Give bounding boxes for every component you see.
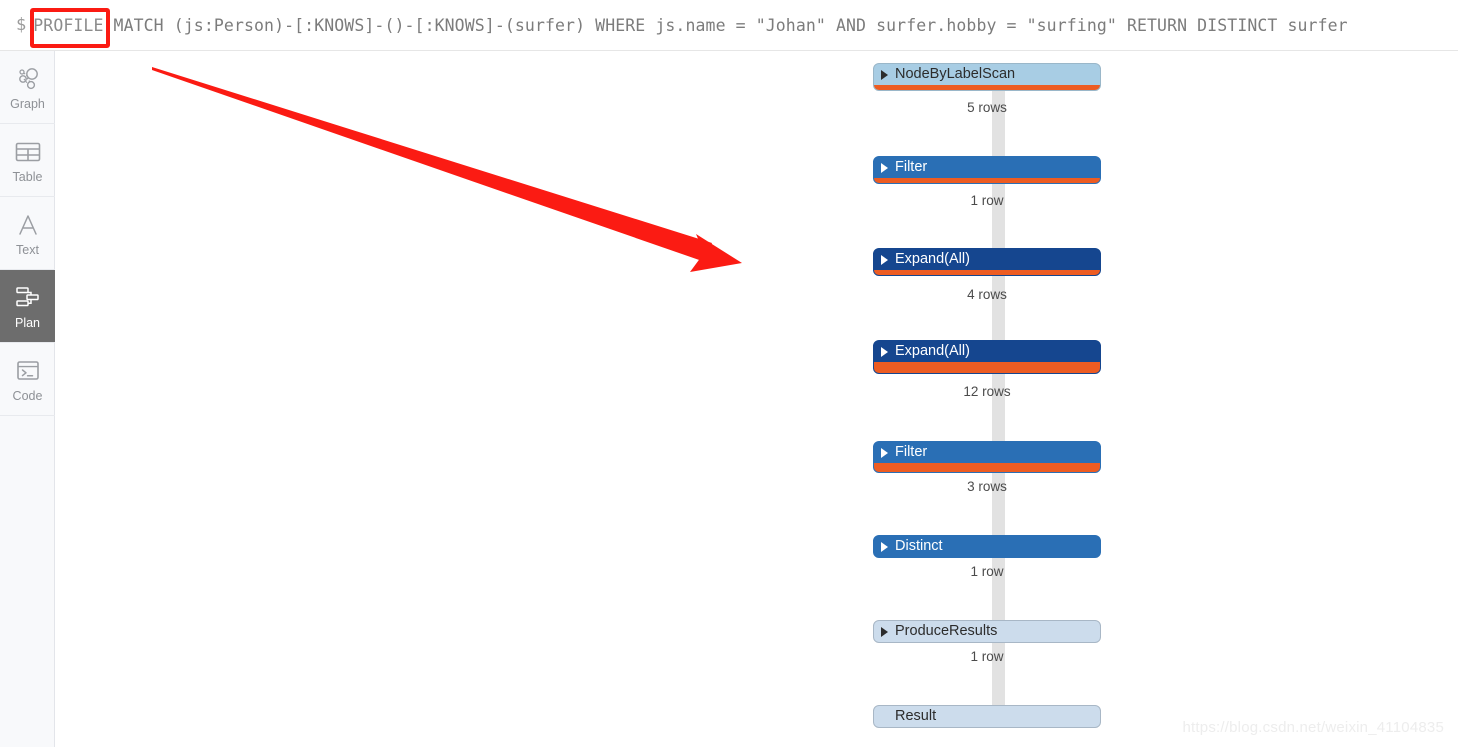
plan-rows-label: 1 row	[970, 193, 1004, 208]
expand-triangle-icon[interactable]	[881, 626, 888, 637]
query-text[interactable]: PROFILE MATCH (js:Person)-[:KNOWS]-()-[:…	[33, 16, 1347, 35]
plan-rows-label: 1 row	[970, 649, 1004, 664]
view-mode-sidebar: Graph Table Text Plan Code	[0, 51, 55, 747]
sidebar-item-plan[interactable]: Plan	[0, 270, 55, 343]
plan-operator-filter-2[interactable]: Filter	[873, 441, 1101, 473]
plan-operator-name: Expand(All)	[895, 251, 970, 267]
plan-operator-filter-1[interactable]: Filter	[873, 156, 1101, 184]
plan-rows-label: 4 rows	[967, 287, 1007, 302]
plan-rows-label: 3 rows	[967, 479, 1007, 494]
plan-operator-header[interactable]: NodeByLabelScan	[874, 64, 1100, 85]
sidebar-item-text[interactable]: Text	[0, 197, 55, 270]
plan-operator-name: Distinct	[895, 538, 943, 554]
plan-operator-name: Result	[895, 708, 937, 724]
sidebar-item-code[interactable]: Code	[0, 343, 55, 416]
plan-operator-header[interactable]: Expand(All)	[874, 341, 1100, 362]
query-keyword-profile: PROFILE	[33, 15, 104, 35]
expand-triangle-icon[interactable]	[881, 69, 888, 80]
plan-operator-header: Result	[874, 706, 1100, 727]
db-hits-bar	[874, 270, 1100, 275]
plan-operator-header[interactable]: Filter	[874, 157, 1100, 178]
plan-operator-header[interactable]: Distinct	[874, 536, 1100, 557]
sidebar-item-label: Code	[12, 388, 43, 403]
code-icon	[15, 356, 41, 386]
sidebar-item-label: Graph	[10, 96, 45, 111]
plan-operator-produce-results[interactable]: ProduceResults	[873, 620, 1101, 643]
sidebar-item-table[interactable]: Table	[0, 124, 55, 197]
plan-operator-expand-all-2[interactable]: Expand(All)	[873, 340, 1101, 374]
plan-operator-header[interactable]: Filter	[874, 442, 1100, 463]
plan-operator-result[interactable]: Result	[873, 705, 1101, 728]
db-hits-bar	[874, 85, 1100, 90]
graph-icon	[15, 64, 41, 94]
neo4j-browser-plan-view: $ PROFILE MATCH (js:Person)-[:KNOWS]-()-…	[0, 0, 1458, 747]
plan-operator-name: NodeByLabelScan	[895, 66, 1016, 82]
plan-rows-label: 1 row	[970, 564, 1004, 579]
sidebar-item-label: Text	[16, 242, 39, 257]
sidebar-item-label: Plan	[14, 315, 41, 330]
expand-triangle-icon[interactable]	[881, 447, 888, 458]
query-editor-bar[interactable]: $ PROFILE MATCH (js:Person)-[:KNOWS]-()-…	[0, 0, 1458, 51]
sidebar-item-graph[interactable]: Graph	[0, 51, 55, 124]
query-plan-canvas: NodeByLabelScan 5 rows Filter 1 row Expa…	[56, 51, 1458, 747]
plan-operator-expand-all-1[interactable]: Expand(All)	[873, 248, 1101, 276]
db-hits-bar	[874, 463, 1100, 472]
plan-icon	[14, 283, 42, 313]
prompt-sigil: $	[16, 15, 27, 35]
db-hits-bar	[874, 362, 1100, 373]
plan-operator-name: Filter	[895, 444, 928, 460]
db-hits-bar	[874, 178, 1100, 183]
plan-operator-node-by-label-scan[interactable]: NodeByLabelScan	[873, 63, 1101, 91]
expand-triangle-icon[interactable]	[881, 346, 888, 357]
plan-operator-name: ProduceResults	[895, 623, 998, 639]
sidebar-item-label: Table	[12, 169, 43, 184]
plan-operator-name: Filter	[895, 159, 928, 175]
query-remainder: MATCH (js:Person)-[:KNOWS]-()-[:KNOWS]-(…	[103, 15, 1348, 35]
table-icon	[15, 137, 41, 167]
plan-operator-header[interactable]: Expand(All)	[874, 249, 1100, 270]
expand-triangle-icon[interactable]	[881, 254, 888, 265]
plan-operator-name: Expand(All)	[895, 343, 970, 359]
expand-triangle-icon[interactable]	[881, 541, 888, 552]
watermark-text: https://blog.csdn.net/weixin_41104835	[1182, 719, 1444, 736]
plan-rows-label: 5 rows	[967, 100, 1007, 115]
plan-operator-distinct[interactable]: Distinct	[873, 535, 1101, 558]
plan-rows-label: 12 rows	[963, 384, 1011, 399]
text-icon	[15, 210, 41, 240]
plan-operator-header[interactable]: ProduceResults	[874, 621, 1100, 642]
expand-triangle-icon[interactable]	[881, 162, 888, 173]
